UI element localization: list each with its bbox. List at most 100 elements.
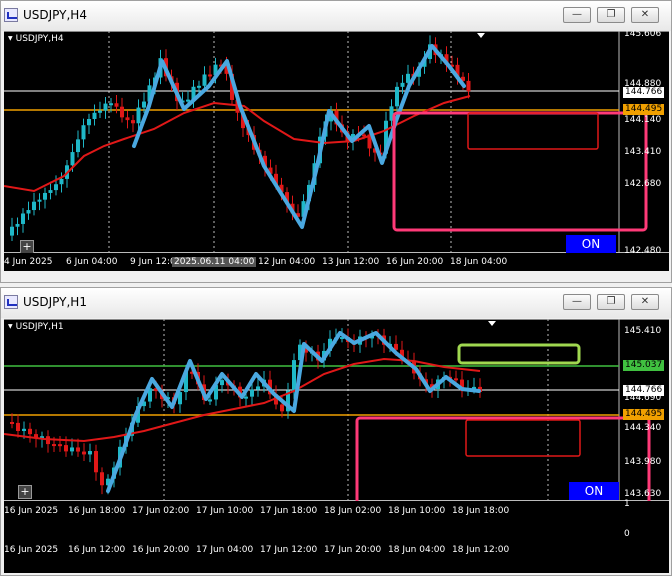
candle-body [70,447,74,452]
sub-window: 0 16 Jun 2025 16 Jun 12:00 16 Jun 20:00 … [4,521,669,573]
time-axis-h4: 4 Jun 2025 6 Jun 04:00 9 Jun 12:00 2025.… [4,246,669,271]
candle-body [92,112,97,120]
time-axis-h1: 16 Jun 2025 16 Jun 18:00 17 Jun 02:00 17… [4,499,669,521]
crosshair-plus-icon[interactable]: + [18,485,32,499]
title-bar[interactable]: USDJPY,H1 — ❐ ✕ [1,288,671,318]
candle-body [21,213,25,224]
current-price-tag: 144.766 [623,87,665,98]
close-button[interactable]: ✕ [631,7,659,23]
candle-body [208,74,212,77]
trend-drawing [132,44,466,229]
candle-body [454,378,458,381]
candle-body [16,422,20,431]
time-label: 18 Jun 02:00 [324,506,382,516]
time-label: 16 Jun 2025 [4,506,59,516]
sub-value-label: 1 [624,499,630,509]
candle-body [125,117,130,121]
restore-button[interactable]: ❐ [597,7,625,23]
candle-body [98,110,102,113]
candle-body [28,428,32,435]
candle-body [120,106,124,118]
candle-body [58,444,62,447]
time-label: 6 Jun 04:00 [66,257,118,267]
candle-body [10,422,14,424]
candle-body [100,472,104,486]
candle-body [202,74,207,86]
candle-body [88,451,92,455]
time-label: 16 Jun 18:00 [68,506,126,516]
candlestick-canvas-h1 [4,319,669,501]
candle-body [94,451,98,473]
price-label: 144.140 [624,115,662,125]
on-toggle-button[interactable]: ON [566,235,616,253]
time-label: 18 Jun 04:00 [450,257,508,267]
time-label: 17 Jun 10:00 [196,506,254,516]
candle-body [114,103,119,107]
candle-body [76,447,80,452]
candle-body [37,199,42,202]
candle-body [250,389,254,397]
shift-marker-icon [488,321,496,326]
price-label: 143.630 [624,489,662,499]
crosshair-plus-icon[interactable]: + [20,240,34,253]
annotation-box [457,343,581,365]
candle-body [32,201,36,211]
candlestick-canvas-h4 [4,31,669,253]
price-label: 142.480 [624,246,662,256]
time-label: 16 Jun 2025 [4,545,59,555]
candle-body [54,184,58,191]
title-bar[interactable]: USDJPY,H4 — ❐ ✕ [1,1,671,31]
candle-body [15,223,20,227]
time-label: 18 Jun 18:00 [452,506,510,516]
candle-body [70,152,75,166]
candle-body [280,404,284,412]
time-label: 17 Jun 04:00 [196,545,254,555]
price-chart-h1[interactable]: USDJPY,H1 145.410 145.037 144.766 144.69… [4,319,669,501]
price-label: 144.690 [624,393,662,403]
time-label: 16 Jun 12:00 [68,545,126,555]
time-label: 17 Jun 02:00 [132,506,190,516]
candle-body [87,119,91,126]
candle-body [52,444,56,447]
price-chart-h4[interactable]: USDJPY,H4 145.606 144.880 144.140 143.41… [4,31,669,253]
candle-body [81,125,86,140]
candle-body [292,360,296,391]
minimize-button[interactable]: — [563,7,591,23]
candle-body [131,120,135,124]
price-label: 145.410 [624,326,662,336]
candle-body [109,103,113,106]
candle-body [48,190,53,193]
candle-body [64,445,68,452]
candle-body [197,85,201,88]
chart-window-h1[interactable]: USDJPY,H1 — ❐ ✕ USDJPY,H1 145.410 145.03… [0,287,672,576]
price-label: 143.980 [624,457,662,467]
candle-body [22,428,26,431]
candle-body [220,380,224,386]
price-label: 145.606 [624,31,662,39]
candle-body [395,86,399,107]
candle-body [103,103,108,111]
time-label: 16 Jun 20:00 [386,257,444,267]
time-label: 17 Jun 20:00 [324,545,382,555]
candle-body [466,80,471,92]
annotation-box [467,112,599,150]
time-label: 18 Jun 04:00 [388,545,446,555]
moving-average-line [4,357,481,443]
candle-body [256,386,260,390]
time-label: 17 Jun 12:00 [260,545,318,555]
candle-body [142,101,146,108]
candle-body [59,178,64,185]
candle-body [43,192,47,200]
candle-body [400,82,405,87]
chart-window-h4[interactable]: USDJPY,H4 — ❐ ✕ USDJPY,H4 145.606 144.88… [0,0,672,283]
orange-level-tag: 144.495 [623,104,665,115]
candle-body [136,107,141,124]
minimize-button[interactable]: — [563,294,591,310]
on-toggle-button[interactable]: ON [569,482,619,500]
annotation-box [465,419,581,457]
time-label: 17 Jun 18:00 [260,506,318,516]
restore-button[interactable]: ❐ [597,294,625,310]
shift-marker-icon [477,33,485,38]
close-button[interactable]: ✕ [631,294,659,310]
candle-body [244,396,248,399]
